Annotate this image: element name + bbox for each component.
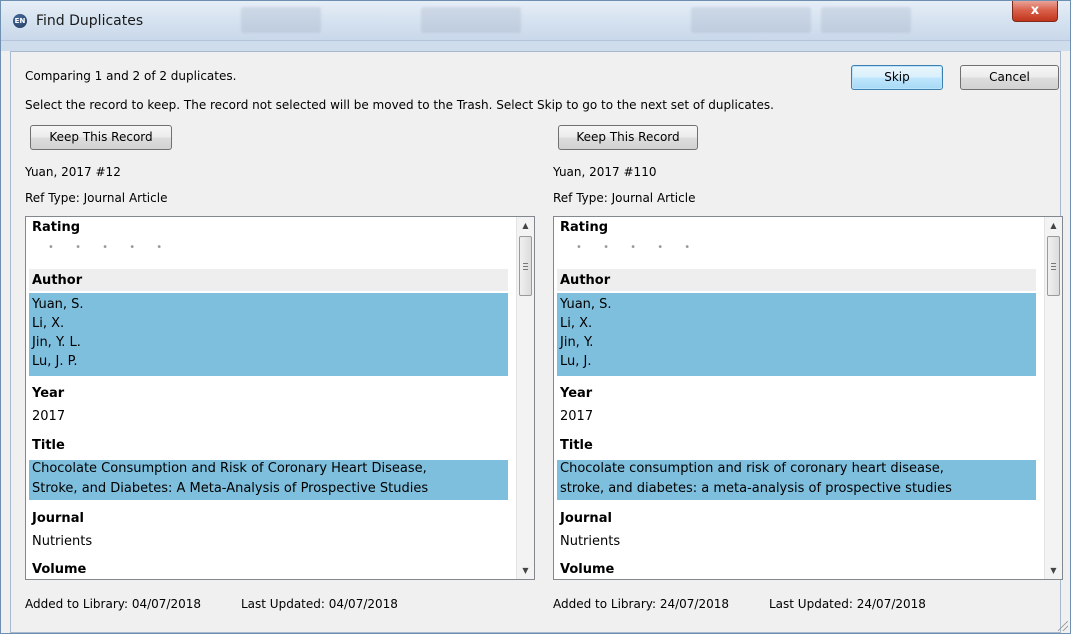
scroll-down-arrow-icon[interactable]: ▼ bbox=[1045, 562, 1062, 579]
thumb-grip bbox=[523, 269, 528, 270]
endnote-app-icon: EN bbox=[13, 14, 27, 28]
background-blur bbox=[691, 7, 811, 33]
rating-label: Rating bbox=[560, 220, 609, 235]
skip-button[interactable]: Skip bbox=[851, 65, 943, 90]
author-label: Author bbox=[560, 273, 611, 288]
resize-grip-icon[interactable] bbox=[1058, 621, 1068, 631]
record-1-updated-date: Last Updated: 04/07/2018 bbox=[241, 597, 398, 611]
author-value[interactable]: Jin, Y. L. bbox=[32, 335, 81, 350]
title-value-line[interactable]: Stroke, and Diabetes: A Meta-Analysis of… bbox=[32, 481, 428, 496]
thumb-grip bbox=[523, 266, 528, 267]
record-2-panel[interactable]: Rating • • • • • Author Yuan, S. Li, X. … bbox=[553, 216, 1063, 580]
author-value[interactable]: Yuan, S. bbox=[32, 297, 84, 312]
title-label: Title bbox=[560, 438, 593, 453]
find-duplicates-window: EN Find Duplicates x Comparing 1 and 2 o… bbox=[0, 0, 1071, 634]
author-label-band bbox=[29, 269, 508, 291]
journal-label: Journal bbox=[32, 511, 84, 526]
journal-value[interactable]: Nutrients bbox=[32, 534, 92, 549]
volume-label: Volume bbox=[32, 562, 87, 577]
author-highlight bbox=[29, 293, 508, 376]
record-2-citation: Yuan, 2017 #110 bbox=[553, 165, 657, 179]
record-2-added-date: Added to Library: 24/07/2018 bbox=[553, 597, 730, 611]
scroll-thumb[interactable] bbox=[1047, 236, 1060, 296]
author-value[interactable]: Lu, J. bbox=[560, 354, 591, 369]
record-2-scrollbar[interactable]: ▲ ▼ bbox=[1044, 217, 1062, 579]
author-value[interactable]: Li, X. bbox=[32, 316, 64, 331]
scroll-thumb[interactable] bbox=[519, 236, 532, 296]
record-1-scrollbar[interactable]: ▲ ▼ bbox=[516, 217, 534, 579]
title-value-line[interactable]: Chocolate consumption and risk of corona… bbox=[560, 461, 944, 476]
year-label: Year bbox=[560, 386, 593, 401]
author-highlight bbox=[557, 293, 1036, 376]
scroll-up-arrow-icon[interactable]: ▲ bbox=[1045, 217, 1062, 234]
instructions-text: Select the record to keep. The record no… bbox=[25, 98, 774, 112]
year-value[interactable]: 2017 bbox=[32, 409, 65, 424]
keep-record-1-button[interactable]: Keep This Record bbox=[30, 125, 172, 150]
close-button[interactable]: x bbox=[1012, 1, 1058, 22]
rating-label: Rating bbox=[32, 220, 81, 235]
title-bar[interactable]: EN Find Duplicates x bbox=[1, 1, 1070, 41]
author-value[interactable]: Li, X. bbox=[560, 316, 592, 331]
thumb-grip bbox=[523, 263, 528, 264]
author-value[interactable]: Lu, J. P. bbox=[32, 354, 78, 369]
background-blur bbox=[821, 7, 911, 33]
cancel-button[interactable]: Cancel bbox=[960, 65, 1059, 90]
title-value-line[interactable]: Chocolate Consumption and Risk of Corona… bbox=[32, 461, 427, 476]
comparing-status: Comparing 1 and 2 of 2 duplicates. bbox=[25, 69, 237, 83]
title-label: Title bbox=[32, 438, 65, 453]
volume-label: Volume bbox=[560, 562, 615, 577]
background-blur bbox=[421, 7, 521, 33]
year-value[interactable]: 2017 bbox=[560, 409, 593, 424]
thumb-grip bbox=[1051, 263, 1056, 264]
scroll-up-arrow-icon[interactable]: ▲ bbox=[517, 217, 534, 234]
record-2-updated-date: Last Updated: 24/07/2018 bbox=[769, 597, 926, 611]
keep-record-2-button[interactable]: Keep This Record bbox=[558, 125, 698, 150]
thumb-grip bbox=[1051, 269, 1056, 270]
record-1-ref-type: Ref Type: Journal Article bbox=[25, 191, 168, 205]
record-1-panel[interactable]: Rating • • • • • Author Yuan, S. Li, X. … bbox=[25, 216, 535, 580]
scroll-down-arrow-icon[interactable]: ▼ bbox=[517, 562, 534, 579]
record-2-ref-type: Ref Type: Journal Article bbox=[553, 191, 696, 205]
author-value[interactable]: Jin, Y. bbox=[560, 335, 593, 350]
journal-label: Journal bbox=[560, 511, 612, 526]
thumb-grip bbox=[1051, 266, 1056, 267]
year-label: Year bbox=[32, 386, 65, 401]
record-1-added-date: Added to Library: 04/07/2018 bbox=[25, 597, 202, 611]
record-1-citation: Yuan, 2017 #12 bbox=[25, 165, 121, 179]
window-title: Find Duplicates bbox=[36, 13, 144, 29]
background-blur bbox=[241, 7, 321, 33]
title-value-line[interactable]: stroke, and diabetes: a meta-analysis of… bbox=[560, 481, 952, 496]
window-frame bbox=[1, 41, 1070, 51]
author-label-band bbox=[557, 269, 1036, 291]
journal-value[interactable]: Nutrients bbox=[560, 534, 620, 549]
rating-stars[interactable]: • • • • • bbox=[576, 242, 699, 253]
author-label: Author bbox=[32, 273, 83, 288]
rating-stars[interactable]: • • • • • bbox=[48, 242, 171, 253]
author-value[interactable]: Yuan, S. bbox=[560, 297, 612, 312]
